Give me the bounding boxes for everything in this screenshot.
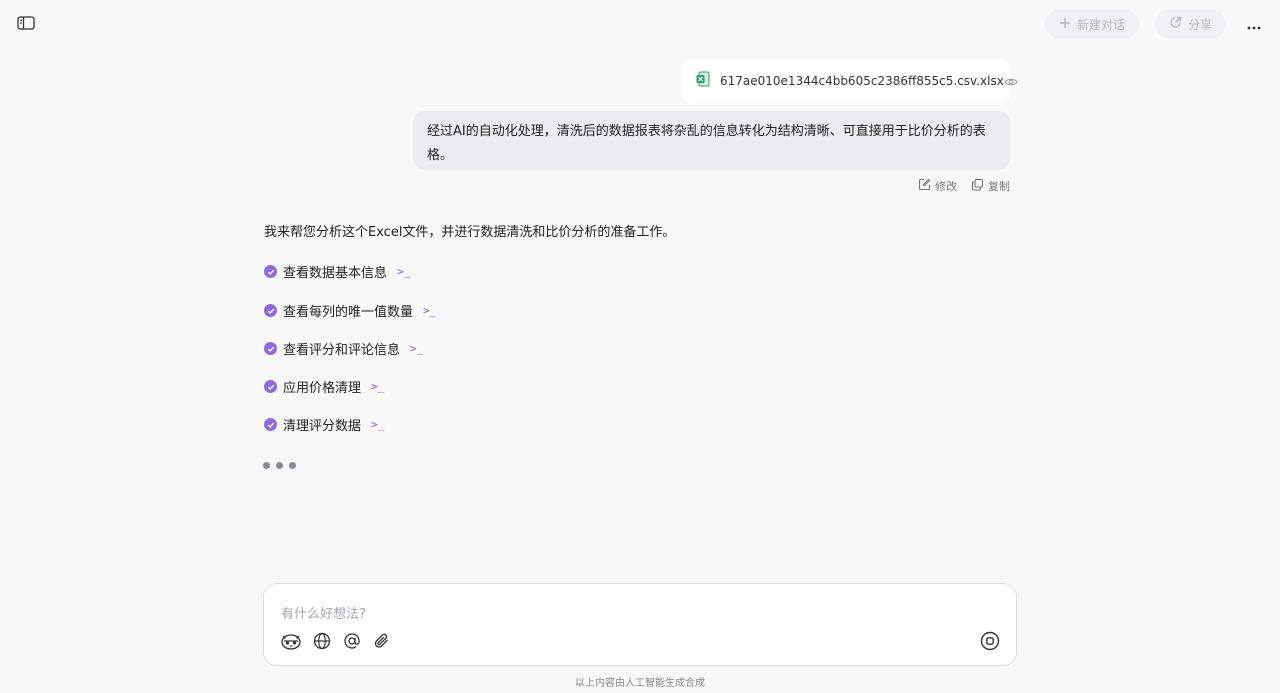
paperclip-icon	[374, 632, 390, 654]
check-circle-icon	[264, 380, 277, 393]
step-label: 清理评分数据	[283, 419, 362, 434]
step-item: 应用价格清理 >_	[264, 377, 384, 396]
share-icon	[1169, 16, 1182, 32]
attachment-card[interactable]: 617ae010e1344c4bb605c2386ff855c5.csv.xls…	[682, 59, 1018, 103]
check-circle-icon	[264, 418, 277, 431]
attach-file-button[interactable]	[372, 632, 392, 654]
copy-icon	[971, 178, 984, 194]
sidebar-toggle-icon	[17, 15, 35, 34]
new-chat-label: 新建对话	[1076, 17, 1125, 32]
step-item: 清理评分数据 >_	[264, 415, 384, 434]
attachment-filename: 617ae010e1344c4bb605c2386ff855c5.csv.xls…	[720, 74, 1004, 88]
check-circle-icon	[264, 265, 277, 278]
edit-message-button[interactable]: 修改	[918, 178, 957, 194]
terminal-icon[interactable]: >_	[371, 380, 384, 393]
step-item: 查看评分和评论信息 >_	[264, 339, 423, 358]
sidebar-toggle-button[interactable]	[12, 12, 40, 36]
share-button[interactable]: 分享	[1154, 10, 1226, 38]
step-label: 查看数据基本信息	[283, 266, 388, 281]
ai-disclaimer: 以上内容由人工智能生成合成	[575, 678, 705, 689]
composer-tools	[280, 632, 392, 654]
typing-indicator	[263, 462, 296, 469]
step-label: 应用价格清理	[283, 381, 362, 396]
step-item: 查看每列的唯一值数量 >_	[264, 301, 436, 320]
stop-circle-icon	[980, 631, 1000, 655]
terminal-icon[interactable]: >_	[397, 265, 410, 278]
typing-dot	[276, 462, 283, 469]
edit-icon	[918, 178, 931, 194]
header-actions: 新建对话 分享	[1044, 10, 1266, 38]
excel-file-icon	[696, 71, 710, 91]
typing-dot	[263, 462, 270, 469]
mascot-icon	[280, 632, 302, 654]
assistant-reply: 我来帮您分析这个Excel文件，并进行数据清洗和比价分析的准备工作。 查看数据基…	[264, 224, 676, 434]
check-circle-icon	[264, 342, 277, 355]
step-label: 查看评分和评论信息	[283, 343, 401, 358]
message-composer[interactable]: 有什么好想法?	[263, 583, 1017, 666]
user-message-text: 经过AI的自动化处理，清洗后的数据报表将杂乱的信息转化为结构清晰、可直接用于比价…	[427, 124, 986, 163]
mention-button[interactable]	[342, 632, 362, 654]
terminal-icon[interactable]: >_	[410, 342, 423, 355]
terminal-icon[interactable]: >_	[371, 418, 384, 431]
globe-icon	[313, 632, 331, 654]
copy-message-button[interactable]: 复制	[971, 178, 1010, 194]
user-message-bubble: 经过AI的自动化处理，清洗后的数据报表将杂乱的信息转化为结构清晰、可直接用于比价…	[413, 111, 1010, 170]
assistant-intro-text: 我来帮您分析这个Excel文件，并进行数据清洗和比价分析的准备工作。	[264, 225, 676, 240]
step-label: 查看每列的唯一值数量	[283, 305, 414, 320]
step-item: 查看数据基本信息 >_	[264, 262, 410, 281]
plus-icon	[1059, 17, 1071, 32]
message-actions: 修改 复制	[918, 178, 1010, 194]
stop-generation-button[interactable]	[980, 631, 1000, 655]
typing-dot	[289, 462, 296, 469]
agent-mode-button[interactable]	[280, 632, 302, 654]
more-options-button[interactable]	[1242, 10, 1266, 38]
check-circle-icon	[264, 304, 277, 317]
terminal-icon[interactable]: >_	[423, 304, 436, 317]
new-chat-button[interactable]: 新建对话	[1044, 10, 1139, 38]
composer-input[interactable]: 有什么好想法?	[281, 603, 366, 622]
copy-label: 复制	[988, 180, 1010, 193]
eye-icon[interactable]	[1004, 72, 1018, 91]
more-horizontal-icon	[1247, 15, 1261, 34]
share-label: 分享	[1187, 17, 1212, 32]
web-search-button[interactable]	[312, 632, 332, 654]
at-sign-icon	[343, 632, 361, 654]
edit-label: 修改	[935, 180, 957, 193]
